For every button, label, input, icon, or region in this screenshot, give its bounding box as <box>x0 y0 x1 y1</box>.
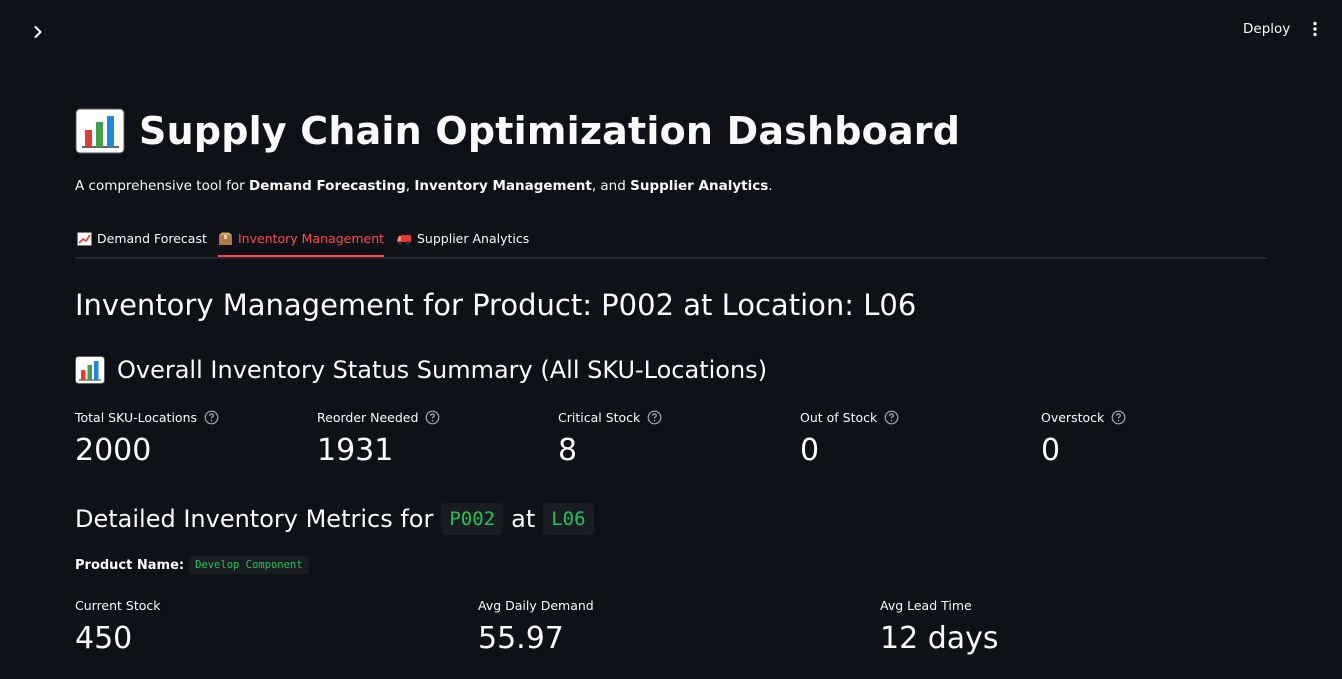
main-menu-button[interactable] <box>1304 16 1326 42</box>
help-circle-icon[interactable] <box>425 410 440 425</box>
metric-label: Total SKU-Locations <box>75 410 198 425</box>
tab-demand-forecast[interactable]: Demand Forecast <box>77 222 207 255</box>
metric-value: 0 <box>1041 433 1061 468</box>
truck-icon <box>397 234 411 245</box>
sidebar-expand-button[interactable] <box>26 20 50 44</box>
metric-avg-daily-demand: Avg Daily Demand 55.97 <box>478 598 594 656</box>
metric-value: 2000 <box>75 433 152 468</box>
product-code: P002 <box>441 503 504 535</box>
metric-avg-lead-time: Avg Lead Time 12 days <box>880 598 999 656</box>
metric-label: Current Stock <box>75 598 161 613</box>
metric-value: 8 <box>558 433 578 468</box>
metric-label: Out of Stock <box>800 410 878 425</box>
product-name-value: Develop Component <box>189 556 309 574</box>
metric-label: Avg Lead Time <box>880 598 972 613</box>
tab-inventory-management[interactable]: Inventory Management <box>218 222 385 257</box>
help-circle-icon[interactable] <box>204 410 219 425</box>
package-icon <box>219 232 232 245</box>
page-title-text: Supply Chain Optimization Dashboard <box>139 109 961 153</box>
location-code: L06 <box>543 503 594 535</box>
detail-heading: Detailed Inventory Metrics for P002 at L… <box>75 503 594 535</box>
metric-reorder-needed: Reorder Needed 1931 <box>317 410 440 468</box>
help-circle-icon[interactable] <box>884 410 899 425</box>
metric-current-stock: Current Stock 450 <box>75 598 161 656</box>
metric-value: 12 days <box>880 621 999 656</box>
bar-chart-icon <box>75 108 125 154</box>
metric-value: 55.97 <box>478 621 564 656</box>
metric-value: 1931 <box>317 433 394 468</box>
metric-total-sku-locations: Total SKU-Locations 2000 <box>75 410 219 468</box>
app-root: Deploy Supply Chain Optimization Dashboa… <box>0 0 1342 679</box>
page-title: Supply Chain Optimization Dashboard <box>75 104 960 158</box>
help-circle-icon[interactable] <box>1111 410 1126 425</box>
page-subtitle: A comprehensive tool for Demand Forecast… <box>75 178 773 194</box>
summary-heading-text: Overall Inventory Status Summary (All SK… <box>117 356 768 384</box>
metric-out-of-stock: Out of Stock 0 <box>800 410 899 468</box>
help-circle-icon[interactable] <box>647 410 662 425</box>
tab-supplier-analytics[interactable]: Supplier Analytics <box>397 222 529 255</box>
product-name-label: Product Name: <box>75 557 185 573</box>
chart-increasing-icon <box>77 231 92 246</box>
detail-heading-text: Detailed Inventory Metrics for <box>75 505 434 533</box>
detail-heading-at: at <box>511 505 536 533</box>
metric-label: Critical Stock <box>558 410 641 425</box>
chevron-right-icon <box>34 26 42 38</box>
deploy-button[interactable]: Deploy <box>1235 16 1298 42</box>
metric-label: Avg Daily Demand <box>478 598 594 613</box>
metric-value: 0 <box>800 433 820 468</box>
product-name-row: Product Name: Develop Component <box>75 556 309 574</box>
summary-heading: Overall Inventory Status Summary (All SK… <box>75 356 767 384</box>
metric-value: 450 <box>75 621 133 656</box>
metric-label: Reorder Needed <box>317 410 419 425</box>
metric-overstock: Overstock 0 <box>1041 410 1126 468</box>
more-vertical-icon <box>1313 21 1317 37</box>
bar-chart-icon <box>75 356 105 384</box>
tab-bar: Demand Forecast Inventory Management Sup… <box>75 222 1267 259</box>
metric-critical-stock: Critical Stock 8 <box>558 410 662 468</box>
metric-label: Overstock <box>1041 410 1105 425</box>
inventory-heading: Inventory Management for Product: P002 a… <box>75 288 917 322</box>
